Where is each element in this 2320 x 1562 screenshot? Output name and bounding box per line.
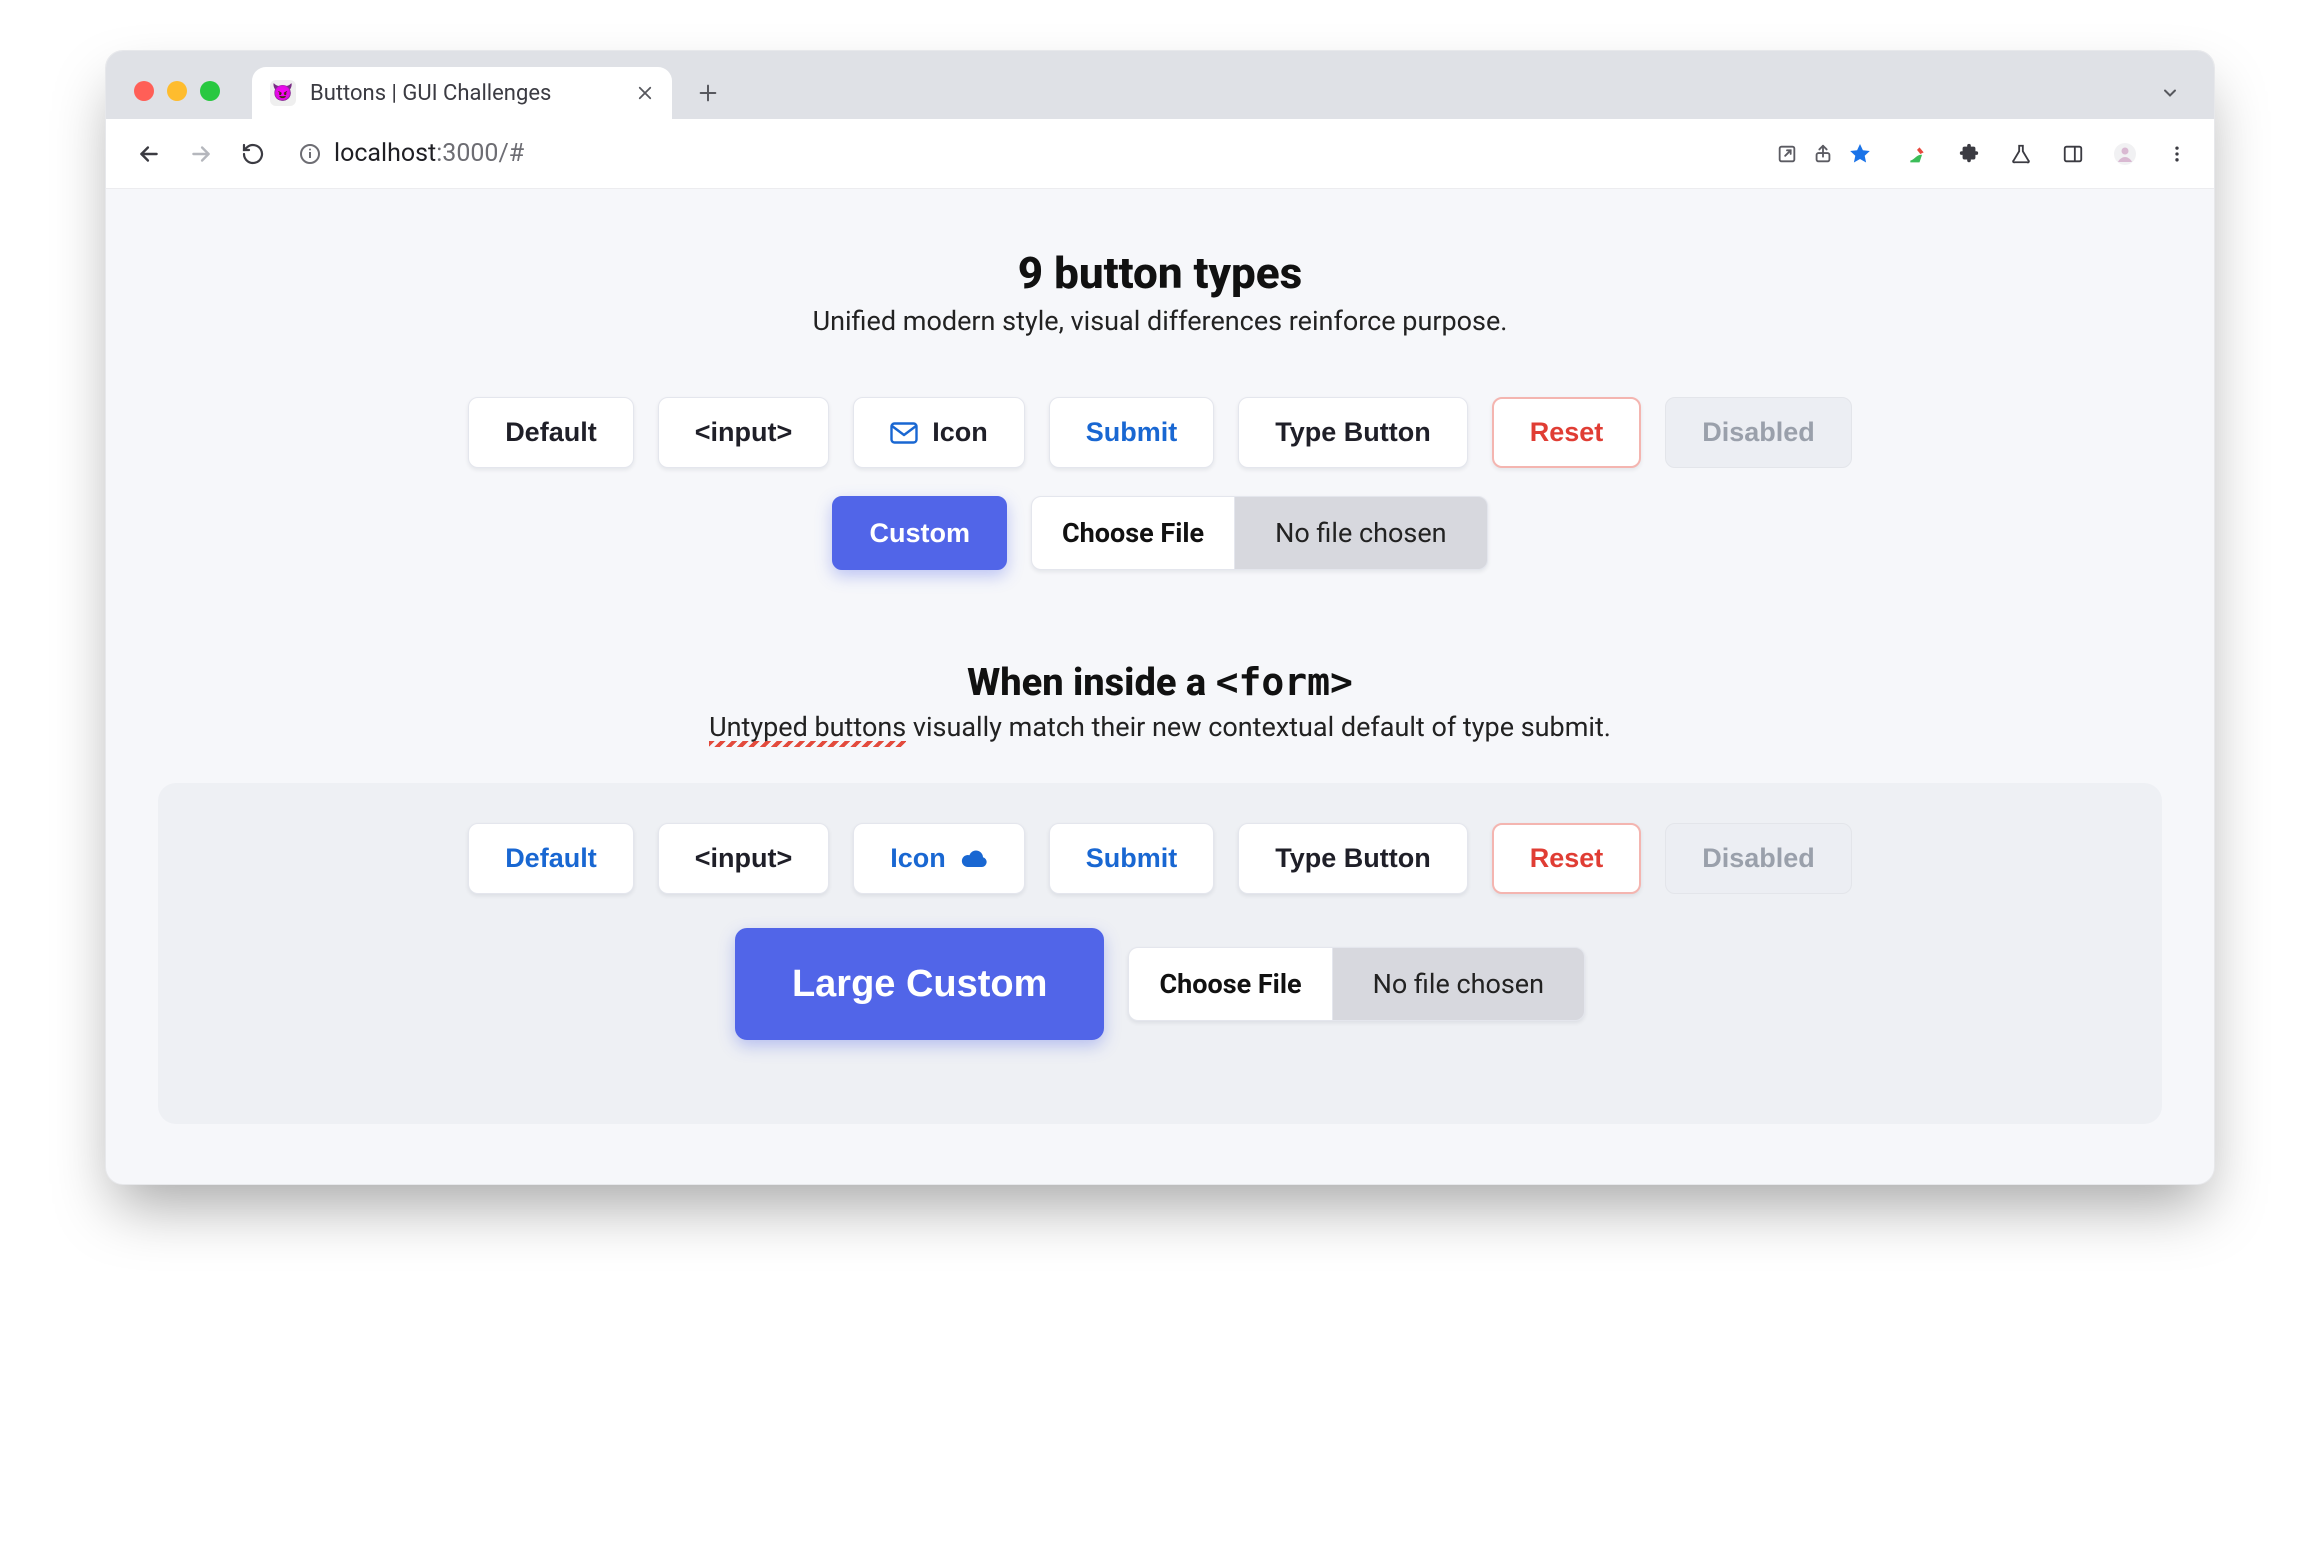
icon-button[interactable]: Icon — [853, 397, 1025, 468]
section2-heading-text: When inside a — [967, 661, 1216, 705]
url-port: :3000 — [436, 139, 498, 168]
reset-button[interactable]: Reset — [1492, 397, 1642, 468]
button-row-1: Default <input> Icon Submit Type Button … — [132, 397, 2188, 468]
share-icon[interactable] — [1812, 143, 1834, 165]
mail-icon — [890, 422, 918, 444]
minimize-window-button[interactable] — [167, 81, 187, 101]
url-actions — [1776, 142, 1872, 166]
url-host: localhost — [334, 139, 436, 168]
browser-tab[interactable]: 😈 Buttons | GUI Challenges — [252, 67, 672, 119]
extension-icon[interactable] — [1902, 139, 1932, 169]
page-content: 9 button types Unified modern style, vis… — [106, 189, 2214, 1184]
close-tab-icon[interactable] — [636, 84, 654, 102]
form-icon-button[interactable]: Icon — [853, 823, 1025, 894]
default-button[interactable]: Default — [468, 397, 634, 468]
form-file-status-label: No file chosen — [1333, 948, 1584, 1020]
form-reset-button[interactable]: Reset — [1492, 823, 1642, 894]
section1-heading: 9 button types — [132, 247, 2188, 299]
tabs-dropdown-icon[interactable] — [2150, 73, 2190, 113]
window-controls — [126, 81, 224, 119]
section2-sub: Untyped buttons visually match their new… — [132, 711, 2188, 743]
open-external-icon[interactable] — [1776, 143, 1798, 165]
new-tab-button[interactable] — [686, 71, 730, 115]
tab-title: Buttons | GUI Challenges — [310, 81, 551, 106]
kebab-menu-icon[interactable] — [2162, 139, 2192, 169]
file-input[interactable]: Choose File No file chosen — [1031, 496, 1488, 570]
form-choose-file-button[interactable]: Choose File — [1129, 948, 1332, 1020]
close-window-button[interactable] — [134, 81, 154, 101]
flask-icon[interactable] — [2006, 139, 2036, 169]
form-file-input[interactable]: Choose File No file chosen — [1128, 947, 1585, 1021]
form-disabled-button: Disabled — [1665, 823, 1852, 894]
form-type-button[interactable]: Type Button — [1238, 823, 1467, 894]
bookmark-star-icon[interactable] — [1848, 142, 1872, 166]
browser-window: 😈 Buttons | GUI Challenges — [105, 50, 2215, 1185]
extensions-puzzle-icon[interactable] — [1954, 139, 1984, 169]
form-row-1: Default <input> Icon Submit Type Button … — [178, 823, 2142, 894]
section2-heading-code: <form> — [1216, 660, 1353, 704]
type-button[interactable]: Type Button — [1238, 397, 1467, 468]
site-info-icon[interactable] — [298, 142, 322, 166]
url-path: /# — [498, 139, 524, 168]
form-icon-button-label: Icon — [890, 845, 946, 872]
url-bar[interactable]: localhost:3000/# — [284, 139, 1886, 168]
form-row-2: Large Custom Choose File No file chosen — [178, 928, 2142, 1040]
reload-button[interactable] — [232, 133, 274, 175]
section1-sub: Unified modern style, visual differences… — [132, 305, 2188, 337]
cloud-icon — [960, 849, 988, 869]
section2-heading: When inside a <form> — [132, 660, 2188, 705]
form-container: Default <input> Icon Submit Type Button … — [158, 783, 2162, 1124]
large-custom-button[interactable]: Large Custom — [735, 928, 1104, 1040]
file-status-label: No file chosen — [1235, 497, 1486, 569]
side-panel-icon[interactable] — [2058, 139, 2088, 169]
forward-button[interactable] — [180, 133, 222, 175]
extensions-row — [1902, 139, 2192, 169]
section2-sub-rest: visually match their new contextual defa… — [906, 711, 1611, 743]
tab-strip: 😈 Buttons | GUI Challenges — [106, 51, 2214, 119]
form-submit-button[interactable]: Submit — [1049, 823, 1215, 894]
button-row-2: Custom Choose File No file chosen — [132, 496, 2188, 570]
fullscreen-window-button[interactable] — [200, 81, 220, 101]
custom-button[interactable]: Custom — [832, 496, 1007, 570]
disabled-button: Disabled — [1665, 397, 1852, 468]
section2-sub-underlined: Untyped buttons — [709, 711, 906, 743]
browser-toolbar: localhost:3000/# — [106, 119, 2214, 189]
form-default-button[interactable]: Default — [468, 823, 634, 894]
icon-button-label: Icon — [932, 419, 988, 446]
tab-favicon: 😈 — [270, 80, 296, 106]
submit-button[interactable]: Submit — [1049, 397, 1215, 468]
form-input-button[interactable]: <input> — [658, 823, 830, 894]
choose-file-button[interactable]: Choose File — [1032, 497, 1235, 569]
profile-avatar-icon[interactable] — [2110, 139, 2140, 169]
back-button[interactable] — [128, 133, 170, 175]
input-button[interactable]: <input> — [658, 397, 830, 468]
